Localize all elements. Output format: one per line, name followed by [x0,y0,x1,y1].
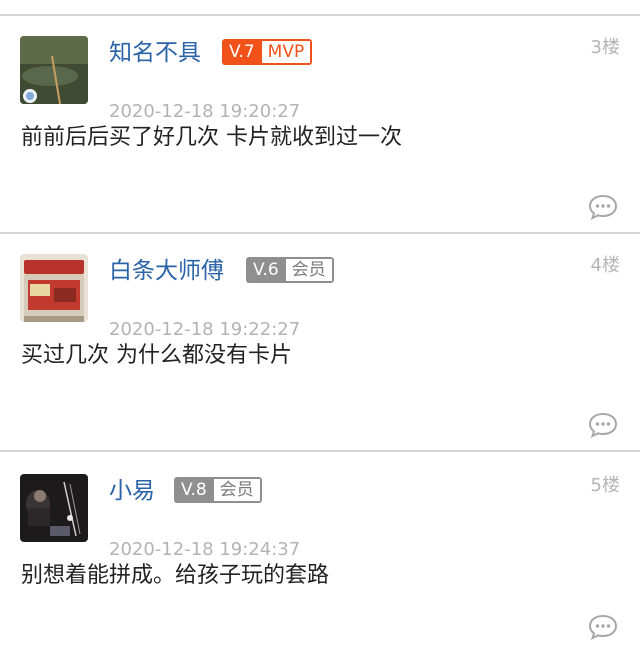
badge-tag: MVP [261,41,311,63]
reply-button[interactable] [588,614,618,640]
level-badge: V.6 会员 [246,257,334,283]
floor-number: 4楼 [590,255,620,276]
comment-bubble-icon [588,194,618,220]
level-label: V.6 [253,260,279,280]
username[interactable]: 白条大师傅 [109,256,224,286]
avatar[interactable] [20,36,88,104]
comment-item: 小易 V.8 会员 5楼 2020-12-18 19:24:37 别想着能拼成。… [0,454,640,672]
level-label: V.7 [229,42,255,62]
comment-text: 买过几次 为什么都没有卡片 [21,343,292,368]
level-badge: V.7 MVP [222,39,313,65]
badge-tag: 会员 [213,479,260,501]
avatar[interactable] [20,254,88,322]
username[interactable]: 小易 [109,476,155,506]
avatar-cooler-box-icon [20,254,88,322]
comment-bubble-icon [588,412,618,438]
post-time: 2020-12-18 19:24:37 [109,539,301,560]
post-time: 2020-12-18 19:22:27 [109,319,301,340]
avatar-night-fishing-icon [20,474,88,542]
comment-text: 前前后后买了好几次 卡片就收到过一次 [21,125,402,150]
avatar-fishing-icon [20,36,88,104]
comment-text: 别想着能拼成。给孩子玩的套路 [21,563,330,588]
badge-tag: 会员 [285,259,332,281]
reply-button[interactable] [588,194,618,220]
comment-item: 白条大师傅 V.6 会员 4楼 2020-12-18 19:22:27 买过几次… [0,234,640,452]
post-time: 2020-12-18 19:20:27 [109,101,301,122]
level-label: V.8 [181,480,207,500]
floor-number: 5楼 [590,475,620,496]
comment-item: 知名不具 V.7 MVP 3楼 2020-12-18 19:20:27 前前后后… [0,16,640,234]
level-badge: V.8 会员 [174,477,262,503]
username[interactable]: 知名不具 [109,38,201,68]
reply-button[interactable] [588,412,618,438]
floor-number: 3楼 [590,37,620,58]
comment-bubble-icon [588,614,618,640]
separator [0,450,640,452]
avatar[interactable] [20,474,88,542]
